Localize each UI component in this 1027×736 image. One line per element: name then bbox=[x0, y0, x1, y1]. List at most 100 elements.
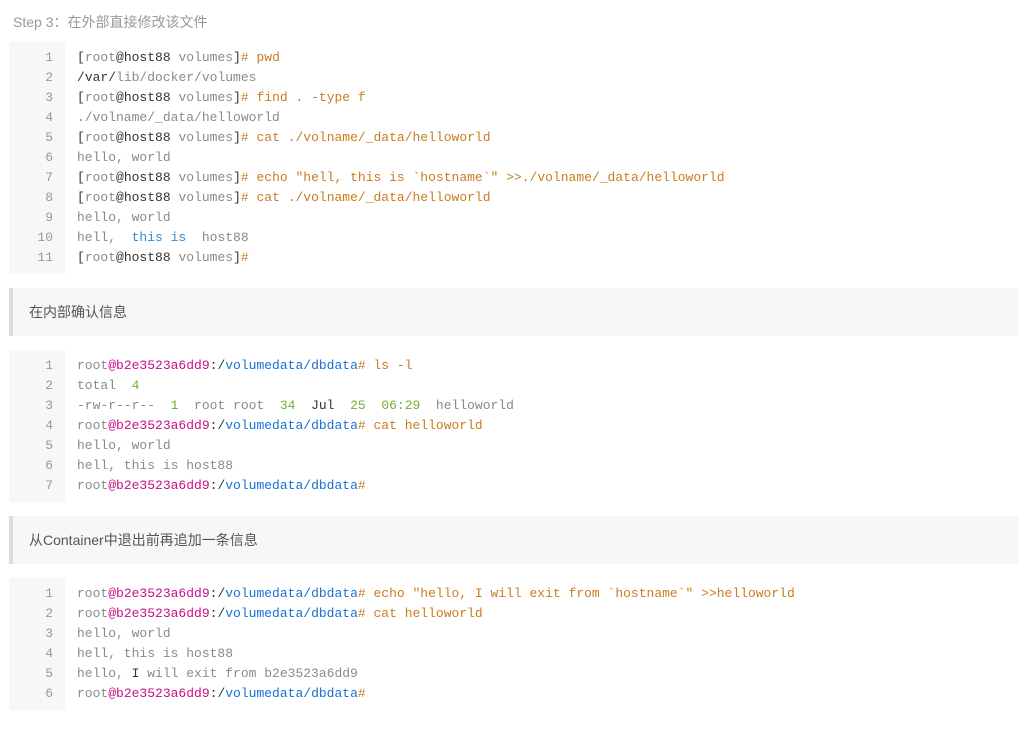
code-token: ] bbox=[233, 90, 241, 105]
code-token: @host88 bbox=[116, 170, 178, 185]
code-token: find . -type f bbox=[256, 90, 365, 105]
code-token: 34 bbox=[272, 398, 303, 413]
code-token: :/ bbox=[210, 586, 226, 601]
code-line: root@b2e3523a6dd9:/volumedata/dbdata# bbox=[77, 476, 1018, 496]
code-token: root bbox=[85, 90, 116, 105]
code-token: # bbox=[358, 358, 374, 373]
code-token: volumedata/dbdata bbox=[225, 478, 358, 493]
code-token: total bbox=[77, 378, 124, 393]
code-token: @host88 bbox=[116, 130, 178, 145]
code-token: [ bbox=[77, 170, 85, 185]
line-number: 8 bbox=[9, 188, 57, 208]
code-token: root bbox=[85, 130, 116, 145]
code-token: root root bbox=[186, 398, 272, 413]
code-token: hello, world bbox=[77, 210, 171, 225]
gutter-3: 123456 bbox=[9, 578, 65, 710]
code-block-2: 1234567 root@b2e3523a6dd9:/volumedata/db… bbox=[9, 350, 1018, 502]
code-3: root@b2e3523a6dd9:/volumedata/dbdata# ec… bbox=[65, 578, 1018, 710]
line-number: 3 bbox=[9, 88, 57, 108]
code-line: [root@host88 volumes]# cat ./volname/_da… bbox=[77, 128, 1018, 148]
code-block-3: 123456 root@b2e3523a6dd9:/volumedata/dbd… bbox=[9, 578, 1018, 710]
code-1: [root@host88 volumes]# pwd/var/lib/docke… bbox=[65, 42, 1018, 274]
code-line: /var/lib/docker/volumes bbox=[77, 68, 1018, 88]
code-line: root@b2e3523a6dd9:/volumedata/dbdata# ls… bbox=[77, 356, 1018, 376]
code-token: root bbox=[85, 250, 116, 265]
code-token: volumedata/dbdata bbox=[225, 606, 358, 621]
code-line: hello, world bbox=[77, 436, 1018, 456]
code-token: volumes bbox=[178, 130, 233, 145]
code-token: root bbox=[77, 478, 108, 493]
code-token: / bbox=[77, 70, 85, 85]
code-token: [ bbox=[77, 250, 85, 265]
line-number: 6 bbox=[9, 456, 57, 476]
line-number: 11 bbox=[9, 248, 57, 268]
code-token: # bbox=[241, 170, 257, 185]
code-2: root@b2e3523a6dd9:/volumedata/dbdata# ls… bbox=[65, 350, 1018, 502]
code-line: root@b2e3523a6dd9:/volumedata/dbdata# bbox=[77, 684, 1018, 704]
gutter-1: 1234567891011 bbox=[9, 42, 65, 274]
line-number: 10 bbox=[9, 228, 57, 248]
code-token: root bbox=[85, 170, 116, 185]
line-number: 5 bbox=[9, 664, 57, 684]
code-token: hell, bbox=[77, 230, 124, 245]
code-token: hello, world bbox=[77, 438, 171, 453]
line-number: 3 bbox=[9, 624, 57, 644]
code-token: # bbox=[241, 130, 257, 145]
code-token: cat ./volname/_data/helloworld bbox=[256, 190, 490, 205]
code-token: @b2e3523a6dd9 bbox=[108, 606, 209, 621]
code-line: -rw-r--r-- 1 root root 34 Jul 25 06:29 h… bbox=[77, 396, 1018, 416]
code-token: volumes bbox=[178, 190, 233, 205]
line-number: 7 bbox=[9, 168, 57, 188]
gutter-2: 1234567 bbox=[9, 350, 65, 502]
code-token: :/ bbox=[210, 358, 226, 373]
code-token: volumedata/dbdata bbox=[225, 586, 358, 601]
code-token: volumedata/dbdata bbox=[225, 418, 358, 433]
code-token: @b2e3523a6dd9 bbox=[108, 358, 209, 373]
line-number: 1 bbox=[9, 48, 57, 68]
code-token: Jul bbox=[303, 398, 342, 413]
code-line: hello, world bbox=[77, 624, 1018, 644]
code-line: hell, this is host88 bbox=[77, 644, 1018, 664]
code-line: [root@host88 volumes]# find . -type f bbox=[77, 88, 1018, 108]
code-token: volumes bbox=[178, 250, 233, 265]
code-token: ] bbox=[233, 50, 241, 65]
line-number: 2 bbox=[9, 604, 57, 624]
code-token: ] bbox=[233, 130, 241, 145]
code-token: 06:29 bbox=[374, 398, 429, 413]
code-token: volumes bbox=[178, 90, 233, 105]
line-number: 7 bbox=[9, 476, 57, 496]
code-line: root@b2e3523a6dd9:/volumedata/dbdata# ec… bbox=[77, 584, 1018, 604]
code-token: @b2e3523a6dd9 bbox=[108, 586, 209, 601]
code-token: volumedata/dbdata bbox=[225, 686, 358, 701]
code-line: root@b2e3523a6dd9:/volumedata/dbdata# ca… bbox=[77, 604, 1018, 624]
code-token: echo "hello, I will exit from `hostname`… bbox=[373, 586, 794, 601]
line-number: 6 bbox=[9, 148, 57, 168]
code-token: lib/docker/volumes bbox=[116, 70, 256, 85]
code-token: @host88 bbox=[116, 250, 178, 265]
code-token: # bbox=[241, 250, 249, 265]
code-token: :/ bbox=[210, 686, 226, 701]
code-token: volumes bbox=[178, 50, 233, 65]
code-token: ls -l bbox=[373, 358, 412, 373]
code-token: root bbox=[77, 358, 108, 373]
code-token: ] bbox=[233, 190, 241, 205]
code-token: :/ bbox=[210, 478, 226, 493]
code-token: will exit from b2e3523a6dd9 bbox=[139, 666, 357, 681]
line-number: 9 bbox=[9, 208, 57, 228]
code-token: root bbox=[85, 50, 116, 65]
code-token: # bbox=[358, 586, 374, 601]
code-line: [root@host88 volumes]# pwd bbox=[77, 48, 1018, 68]
code-token: helloworld bbox=[428, 398, 514, 413]
code-token: @b2e3523a6dd9 bbox=[108, 686, 209, 701]
code-token: # bbox=[358, 686, 366, 701]
code-token: root bbox=[77, 686, 108, 701]
code-token: [ bbox=[77, 190, 85, 205]
code-line: root@b2e3523a6dd9:/volumedata/dbdata# ca… bbox=[77, 416, 1018, 436]
code-token: hello, bbox=[77, 666, 132, 681]
code-token: @b2e3523a6dd9 bbox=[108, 418, 209, 433]
line-number: 5 bbox=[9, 128, 57, 148]
callout-append-before-exit: 从Container中退出前再追加一条信息 bbox=[9, 516, 1018, 564]
code-token: root bbox=[77, 606, 108, 621]
code-token: hello, world bbox=[77, 150, 171, 165]
code-token: @host88 bbox=[116, 190, 178, 205]
